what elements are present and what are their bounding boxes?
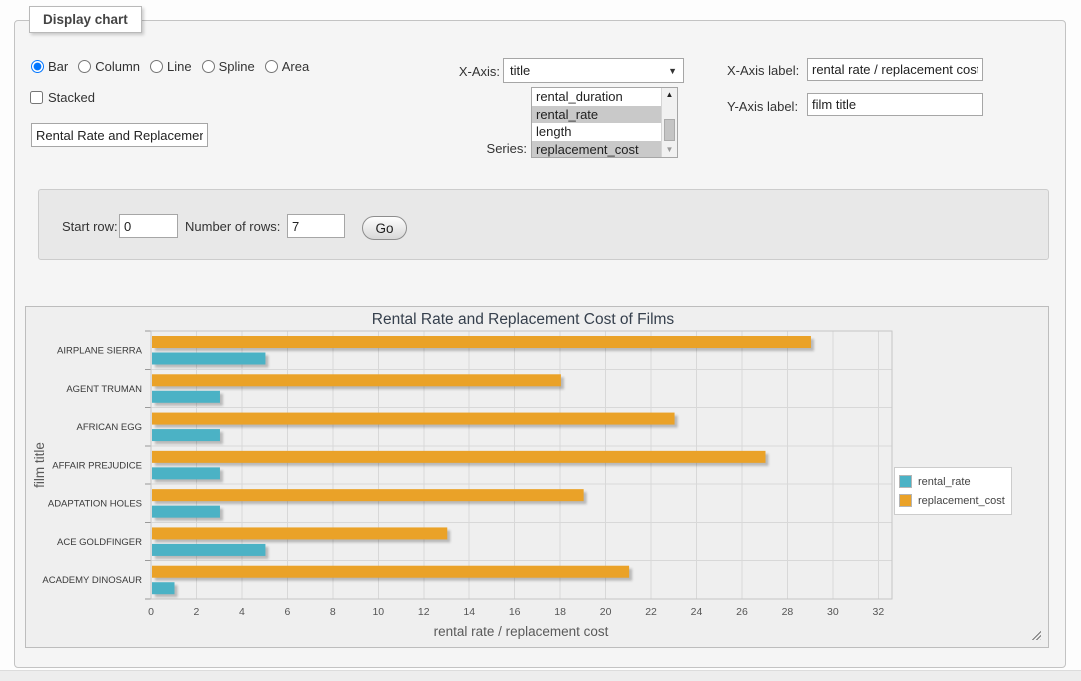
legend-label: rental_rate [918, 476, 971, 488]
chart-title-input[interactable] [31, 123, 208, 147]
chart-x-axis-label: rental rate / replacement cost [434, 624, 609, 639]
x-tick-label: 12 [418, 606, 430, 618]
chart-type-radio-line[interactable] [150, 60, 163, 73]
row-controls-box: Start row: Number of rows: Go [38, 189, 1049, 260]
x-axis-select-label: X-Axis: [435, 64, 500, 79]
chart-type-option-column: Column [78, 59, 140, 74]
category-label: AFRICAN EGG [77, 422, 142, 433]
chart-type-radio-area[interactable] [265, 60, 278, 73]
chart-type-option-spline: Spline [202, 59, 255, 74]
bar-rental_rate [152, 429, 220, 441]
chart-type-radio-bar[interactable] [31, 60, 44, 73]
chart-type-radio-label: Spline [219, 59, 255, 74]
x-tick-label: 20 [600, 606, 612, 618]
x-axis-label-field-label: X-Axis label: [727, 63, 799, 78]
legend-swatch [899, 475, 912, 488]
chart-type-option-bar: Bar [31, 59, 68, 74]
bar-replacement_cost [152, 489, 584, 501]
page-footer-strip [0, 670, 1081, 681]
start-row-input[interactable] [119, 214, 178, 238]
series-options: rental_durationrental_ratelengthreplacem… [532, 88, 661, 157]
category-label: AGENT TRUMAN [66, 384, 142, 395]
series-scrollbar[interactable]: ▲ ▼ [661, 88, 677, 157]
x-axis-select[interactable]: title ▼ [503, 58, 684, 83]
x-tick-label: 2 [194, 606, 200, 618]
x-tick-label: 6 [284, 606, 290, 618]
bar-replacement_cost [152, 451, 765, 463]
panel-legend-title: Display chart [29, 6, 142, 33]
chart-type-radio-label: Area [282, 59, 309, 74]
x-tick-label: 10 [372, 606, 384, 618]
x-tick-label: 14 [463, 606, 475, 618]
x-tick-label: 18 [554, 606, 566, 618]
series-option-replacement_cost[interactable]: replacement_cost [532, 141, 661, 157]
category-label: ACADEMY DINOSAUR [42, 575, 142, 586]
scroll-down-icon[interactable]: ▼ [662, 143, 677, 157]
x-tick-label: 0 [148, 606, 154, 618]
chart-legend: rental_rate replacement_cost [894, 467, 1012, 515]
bar-replacement_cost [152, 566, 629, 578]
chart-type-option-area: Area [265, 59, 309, 74]
x-tick-label: 26 [736, 606, 748, 618]
number-of-rows-label: Number of rows: [185, 219, 280, 234]
y-axis-label-field-label: Y-Axis label: [727, 99, 798, 114]
x-tick-label: 24 [691, 606, 703, 618]
series-option-rental_duration[interactable]: rental_duration [532, 88, 661, 106]
bar-rental_rate [152, 353, 265, 365]
number-of-rows-input[interactable] [287, 214, 345, 238]
chart-type-radio-label: Line [167, 59, 192, 74]
category-label: ACE GOLDFINGER [57, 537, 142, 548]
x-tick-label: 16 [509, 606, 521, 618]
bar-replacement_cost [152, 374, 561, 386]
bar-replacement_cost [152, 527, 447, 539]
chart-type-radio-spline[interactable] [202, 60, 215, 73]
bar-replacement_cost [152, 336, 811, 348]
bar-rental_rate [152, 467, 220, 479]
bar-rental_rate [152, 544, 265, 556]
go-button[interactable]: Go [362, 216, 407, 240]
stacked-checkbox[interactable] [30, 91, 43, 104]
x-tick-label: 22 [645, 606, 657, 618]
x-axis-selected-value: title [510, 63, 530, 78]
x-tick-label: 4 [239, 606, 245, 618]
x-tick-label: 28 [782, 606, 794, 618]
start-row-label: Start row: [62, 219, 118, 234]
category-label: AIRPLANE SIERRA [57, 346, 143, 357]
x-tick-label: 32 [873, 606, 885, 618]
chart-title: Rental Rate and Replacement Cost of Film… [372, 311, 675, 328]
scroll-up-icon[interactable]: ▲ [662, 88, 677, 102]
chart-type-option-line: Line [150, 59, 192, 74]
chart-y-axis-label: film title [32, 442, 47, 488]
scrollbar-thumb[interactable] [664, 119, 675, 141]
chart-container: AIRPLANE SIERRA AGENT TRUMAN AFRICAN EGG AF… [25, 306, 1049, 648]
legend-item-replacement_cost: replacement_cost [899, 491, 1005, 510]
chart-type-radio-column[interactable] [78, 60, 91, 73]
x-tick-label: 30 [827, 606, 839, 618]
display-chart-panel: Display chart BarColumnLineSplineArea St… [14, 20, 1066, 668]
stacked-row: Stacked [30, 90, 95, 105]
x-axis-label-input[interactable] [807, 58, 983, 81]
y-axis-label-input[interactable] [807, 93, 983, 116]
series-option-length[interactable]: length [532, 123, 661, 141]
series-select-label: Series: [455, 141, 527, 156]
series-listbox[interactable]: rental_durationrental_ratelengthreplacem… [531, 87, 678, 158]
chart-type-radio-group: Bar Column Line Spline Area [31, 59, 315, 74]
category-label: ADAPTATION HOLES [48, 499, 142, 510]
bar-rental_rate [152, 582, 175, 594]
x-tick-label: 8 [330, 606, 336, 618]
bar-rental_rate [152, 506, 220, 518]
chart-type-radio-label: Column [95, 59, 140, 74]
stacked-label: Stacked [48, 90, 95, 105]
legend-item-rental_rate: rental_rate [899, 472, 1005, 491]
series-option-rental_rate[interactable]: rental_rate [532, 106, 661, 124]
legend-label: replacement_cost [918, 495, 1005, 507]
bar-rental_rate [152, 391, 220, 403]
chart-type-radio-label: Bar [48, 59, 68, 74]
legend-swatch [899, 494, 912, 507]
bar-replacement_cost [152, 413, 675, 425]
category-label: AFFAIR PREJUDICE [52, 460, 142, 471]
chevron-down-icon: ▼ [668, 66, 677, 76]
